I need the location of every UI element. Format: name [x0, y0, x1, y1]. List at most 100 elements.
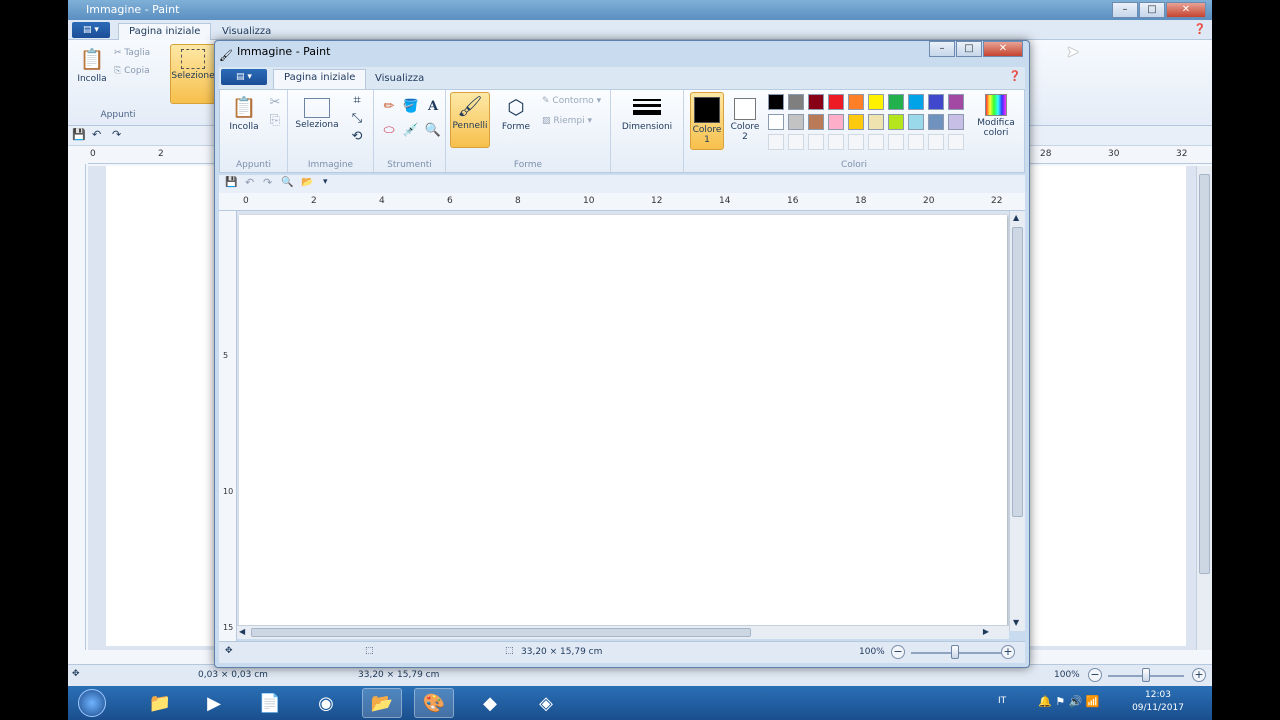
- eraser-icon[interactable]: ⬭: [380, 122, 398, 140]
- palette-swatch[interactable]: [948, 94, 964, 110]
- zoom-icon[interactable]: 🔍: [281, 177, 293, 188]
- custom-color-slot[interactable]: [928, 134, 944, 150]
- cut-button[interactable]: ✂ Taglia: [114, 48, 150, 58]
- palette-swatch[interactable]: [828, 94, 844, 110]
- zoom-out-button[interactable]: −: [891, 645, 905, 659]
- palette-swatch[interactable]: [788, 94, 804, 110]
- fill-bucket-icon[interactable]: 🪣: [402, 98, 420, 116]
- paste-button[interactable]: 📋 Incolla: [224, 94, 264, 132]
- start-button[interactable]: [70, 688, 114, 718]
- paint-icon[interactable]: 🎨: [414, 688, 454, 718]
- help-icon[interactable]: ❓: [1009, 71, 1021, 82]
- palette-swatch[interactable]: [848, 114, 864, 130]
- tray-icons[interactable]: 🔔 ⚑ 🔊 📶: [1038, 695, 1099, 708]
- scroll-right-arrow[interactable]: ▶: [983, 627, 989, 636]
- zoom-slider-knob[interactable]: [1142, 668, 1150, 682]
- undo-icon[interactable]: ↶: [245, 176, 254, 189]
- custom-color-slot[interactable]: [908, 134, 924, 150]
- qat-dropdown-icon[interactable]: ▾: [323, 177, 328, 187]
- palette-swatch[interactable]: [808, 114, 824, 130]
- scroll-up-arrow[interactable]: ▲: [1013, 213, 1019, 222]
- help-icon[interactable]: ❓: [1194, 24, 1206, 35]
- palette-swatch[interactable]: [928, 114, 944, 130]
- size-button[interactable]: Dimensioni: [615, 94, 679, 132]
- maximize-button[interactable]: □: [956, 41, 982, 57]
- pencil-icon[interactable]: ✏: [380, 98, 398, 116]
- palette-swatch[interactable]: [828, 114, 844, 130]
- scroll-thumb-horizontal[interactable]: [251, 628, 751, 637]
- media-player-icon[interactable]: ▶: [194, 688, 234, 718]
- palette-swatch[interactable]: [908, 114, 924, 130]
- palette-swatch[interactable]: [908, 94, 924, 110]
- minimize-button[interactable]: –: [1112, 2, 1138, 18]
- palette-swatch[interactable]: [888, 94, 904, 110]
- scrollbar-vertical[interactable]: ▲ ▼: [1009, 211, 1025, 631]
- undo-icon[interactable]: ↶: [92, 128, 101, 141]
- minimize-button[interactable]: –: [929, 41, 955, 57]
- file-menu-button[interactable]: ▤ ▾: [72, 22, 110, 38]
- palette-swatch[interactable]: [868, 114, 884, 130]
- outline-button[interactable]: ✎ Contorno ▾: [542, 96, 601, 106]
- close-button[interactable]: ✕: [983, 41, 1023, 57]
- folder-icon[interactable]: 📂: [362, 688, 402, 718]
- color2-button[interactable]: Colore 2: [728, 94, 762, 142]
- language-indicator[interactable]: IT: [998, 696, 1006, 706]
- maximize-button[interactable]: □: [1139, 2, 1165, 18]
- zoom-in-button[interactable]: +: [1192, 668, 1206, 682]
- crop-icon[interactable]: ⌗: [348, 92, 366, 110]
- copy-button[interactable]: ⎘ Copia: [114, 66, 150, 76]
- app-icon[interactable]: ◆: [470, 688, 510, 718]
- select-button[interactable]: Seleziona: [292, 94, 342, 130]
- zoom-in-button[interactable]: +: [1001, 645, 1015, 659]
- brushes-button[interactable]: 🖌 Pennelli: [450, 92, 490, 148]
- zoom-out-button[interactable]: −: [1088, 668, 1102, 682]
- scroll-thumb-vertical[interactable]: [1012, 227, 1023, 517]
- color-picker-icon[interactable]: 💉: [402, 122, 420, 140]
- tab-home[interactable]: Pagina iniziale: [118, 23, 212, 41]
- app2-icon[interactable]: ◈: [526, 688, 566, 718]
- save-icon[interactable]: 💾: [225, 177, 237, 188]
- zoom-slider-knob[interactable]: [951, 645, 959, 659]
- paste-button[interactable]: 📋 Incolla: [72, 46, 112, 84]
- back-scrollbar-vertical[interactable]: [1196, 166, 1212, 650]
- color1-button[interactable]: Colore 1: [690, 92, 724, 150]
- tab-home[interactable]: Pagina iniziale: [273, 69, 367, 89]
- shapes-button[interactable]: ⬡ Forme: [496, 94, 536, 132]
- cut-icon[interactable]: ✂: [266, 94, 284, 112]
- custom-color-slot[interactable]: [888, 134, 904, 150]
- palette-swatch[interactable]: [808, 94, 824, 110]
- fill-button[interactable]: ▨ Riempi ▾: [542, 116, 592, 126]
- palette-swatch[interactable]: [948, 114, 964, 130]
- scroll-down-arrow[interactable]: ▼: [1013, 618, 1019, 627]
- custom-color-slot[interactable]: [788, 134, 804, 150]
- back-window-titlebar[interactable]: Immagine - Paint – □ ✕: [68, 0, 1212, 20]
- redo-icon[interactable]: ↷: [263, 176, 272, 189]
- clock[interactable]: 12:03 09/11/2017: [1128, 689, 1188, 715]
- palette-swatch[interactable]: [888, 114, 904, 130]
- explorer-icon[interactable]: 📁: [140, 688, 180, 718]
- palette-swatch[interactable]: [928, 94, 944, 110]
- open-icon[interactable]: 📂: [301, 177, 313, 188]
- save-icon[interactable]: 💾: [72, 128, 86, 141]
- window-titlebar[interactable]: 🖌 Immagine - Paint – □ ✕: [215, 41, 1029, 65]
- edit-colors-button[interactable]: Modifica colori: [972, 94, 1020, 138]
- redo-icon[interactable]: ↷: [112, 128, 121, 141]
- palette-swatch[interactable]: [848, 94, 864, 110]
- palette-swatch[interactable]: [768, 94, 784, 110]
- rotate-icon[interactable]: ⟲: [348, 128, 366, 146]
- drawing-canvas[interactable]: [239, 215, 1007, 629]
- document-icon[interactable]: 📄: [250, 688, 290, 718]
- scrollbar-horizontal[interactable]: ◀ ▶: [237, 625, 1009, 639]
- magnifier-icon[interactable]: 🔍: [424, 122, 442, 140]
- copy-icon[interactable]: ⎘: [266, 112, 284, 130]
- tab-view[interactable]: Visualizza: [375, 73, 424, 84]
- custom-color-slot[interactable]: [868, 134, 884, 150]
- scroll-left-arrow[interactable]: ◀: [239, 627, 245, 636]
- scroll-thumb[interactable]: [1199, 174, 1210, 574]
- close-button[interactable]: ✕: [1166, 2, 1206, 18]
- selection-button[interactable]: Selezione: [170, 44, 216, 104]
- custom-color-slot[interactable]: [808, 134, 824, 150]
- palette-swatch[interactable]: [788, 114, 804, 130]
- file-menu-button[interactable]: ▤ ▾: [221, 69, 267, 85]
- tab-view[interactable]: Visualizza: [222, 26, 271, 37]
